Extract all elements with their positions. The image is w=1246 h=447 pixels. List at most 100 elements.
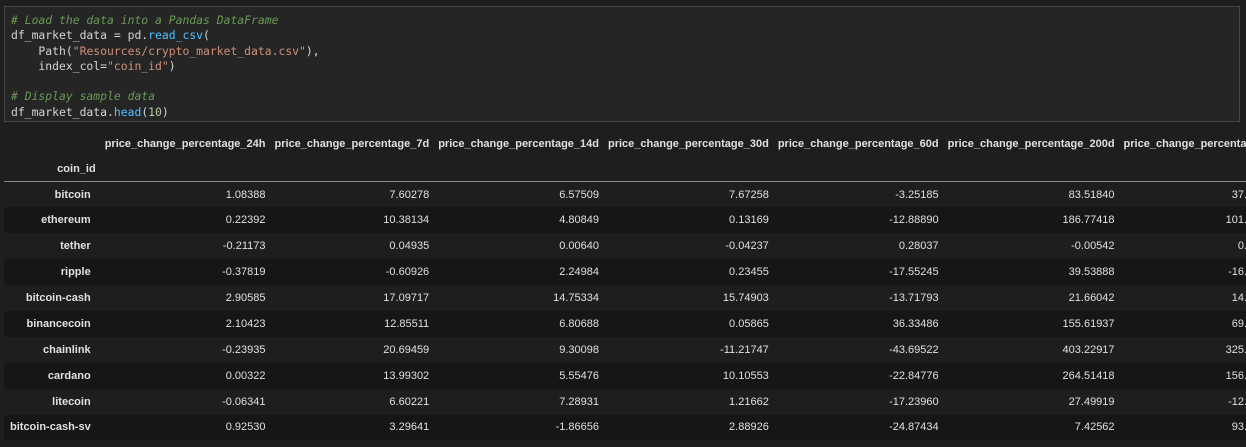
code-cell[interactable]: # Load the data into a Pandas DataFrame d… xyxy=(4,6,1240,122)
table-cell: 5.55476 xyxy=(559,369,599,382)
column-header: price_change_percentage_60d xyxy=(777,138,939,150)
table-row: chainlink -0.23935 20.69459 9.30098 -11.2174… xyxy=(4,337,1246,363)
table-cell: 0.22392 xyxy=(225,214,266,227)
table-row: litecoin -0.06341 6.60221 7.28931 1.21662 -17… xyxy=(4,389,1246,415)
index-row-spacer xyxy=(268,157,433,182)
table-cell: 20.69459 xyxy=(383,343,430,356)
column-header: price_change_percentage_200d xyxy=(947,138,1115,150)
table-cell: 83.51840 xyxy=(1068,188,1115,201)
table-cell: 264.51418 xyxy=(1062,369,1115,382)
table-cell: -12.88890 xyxy=(889,214,939,227)
table-cell: 0.00322 xyxy=(225,369,266,382)
index-name-header: coin_id xyxy=(4,157,99,182)
table-cell: -3.25185 xyxy=(895,188,939,201)
column-header: price_change_percentage_14d xyxy=(438,138,599,150)
row-index-label: cardano xyxy=(47,369,91,382)
row-index-label: ethereum xyxy=(41,214,91,227)
table-cell: 0.01954 xyxy=(1237,240,1246,253)
index-header-spacer xyxy=(4,131,99,157)
index-row-spacer xyxy=(771,157,942,182)
code-line: df_market_data = pd.read_csv( xyxy=(11,28,1233,43)
table-cell: 6.80688 xyxy=(559,317,599,330)
index-row-spacer xyxy=(1117,157,1246,182)
code-token-comment: # Load the data into a Pandas DataFrame xyxy=(11,13,279,27)
table-cell: 12.85511 xyxy=(384,317,430,330)
table-cell: 0.23455 xyxy=(729,266,769,279)
table-cell: -17.23960 xyxy=(889,395,939,408)
table-row: tether -0.21173 0.04935 0.00640 -0.04237 0.28… xyxy=(4,233,1246,259)
table-cell: -0.06341 xyxy=(222,395,266,408)
table-cell: -43.69522 xyxy=(889,343,939,356)
table-cell: 0.04935 xyxy=(389,240,430,253)
column-header: price_change_percentage_7d xyxy=(274,138,430,150)
row-index-label: bitcoin-cash-sv xyxy=(10,421,91,434)
row-index-label: chainlink xyxy=(43,343,91,356)
column-header-row: price_change_percentage_24h price_change_… xyxy=(4,131,1246,157)
code-line: # Load the data into a Pandas DataFrame xyxy=(11,13,1233,28)
table-cell: 3.29641 xyxy=(389,421,430,434)
table-row: bitcoin-cash-sv 0.92530 3.29641 -1.86656 2.8… xyxy=(4,414,1246,441)
code-token-fn: head xyxy=(113,104,142,119)
table-cell: -12.66408 xyxy=(1228,395,1246,408)
table-row: ethereum 0.22392 10.38134 4.80849 0.13169 -12… xyxy=(4,207,1246,234)
table-cell: -13.71793 xyxy=(889,292,939,304)
row-index-label: litecoin xyxy=(52,395,91,408)
code-token-op: ), xyxy=(305,43,320,58)
table-cell: 1.21662 xyxy=(729,395,769,408)
dataframe-table: price_change_percentage_24h price_change_… xyxy=(4,131,1246,441)
table-cell: 0.00640 xyxy=(559,240,599,253)
table-cell: 186.77418 xyxy=(1062,214,1115,227)
table-cell: 14.75334 xyxy=(553,292,599,304)
table-cell: 37.51761 xyxy=(1231,188,1246,201)
index-row-spacer xyxy=(941,157,1118,182)
table-cell: 13.99302 xyxy=(383,369,430,382)
code-token-op: . xyxy=(107,104,114,119)
table-cell: 156.09756 xyxy=(1225,369,1246,382)
code-token-op: index_col= xyxy=(11,58,108,73)
table-cell: -1.86656 xyxy=(555,421,599,434)
code-token-num: 10 xyxy=(148,104,162,119)
code-token-var: df_market_data xyxy=(11,104,108,119)
table-cell: 39.53888 xyxy=(1068,266,1115,279)
table-cell: 4.80849 xyxy=(559,214,599,227)
table-cell: 10.10553 xyxy=(722,369,769,382)
table-cell: 0.13169 xyxy=(729,214,769,227)
table-cell: 0.28037 xyxy=(898,240,939,253)
table-cell: 10.38134 xyxy=(383,214,430,227)
table-cell: 69.69195 xyxy=(1231,317,1246,330)
table-cell: -24.87434 xyxy=(889,421,939,434)
table-cell: -0.60926 xyxy=(385,266,430,279)
row-index-label: ripple xyxy=(60,266,91,279)
table-cell: 27.49919 xyxy=(1068,395,1115,408)
table-cell: -0.21173 xyxy=(222,240,266,253)
table-cell: 101.96023 xyxy=(1225,214,1246,227)
table-cell: -22.84776 xyxy=(889,369,939,382)
table-row: cardano 0.00322 13.99302 5.55476 10.10553 -22… xyxy=(4,362,1246,389)
code-token-str: "coin_id" xyxy=(107,58,169,73)
column-header: price_change_percentage_1y xyxy=(1123,138,1246,150)
table-cell: 6.57509 xyxy=(559,188,599,201)
table-row: bitcoin-cash 2.90585 17.09717 14.75334 15.74… xyxy=(4,285,1246,311)
table-cell: 6.60221 xyxy=(389,395,430,408)
table-cell: -11.21747 xyxy=(720,343,769,356)
table-cell: -16.60193 xyxy=(1228,266,1246,279)
table-cell: 7.42562 xyxy=(1074,421,1115,434)
index-name-row: coin_id xyxy=(4,157,1246,182)
code-token-fn: read_csv xyxy=(148,28,204,43)
code-token-op: ) xyxy=(161,104,169,119)
table-cell: 0.92530 xyxy=(225,421,266,434)
code-line: index_col="coin_id") xyxy=(11,59,1233,74)
row-index-label: bitcoin xyxy=(54,188,91,201)
table-cell: 155.61937 xyxy=(1062,317,1115,330)
table-cell: 7.60278 xyxy=(389,188,430,201)
row-index-label: binancecoin xyxy=(26,317,91,330)
notebook-page: # Load the data into a Pandas DataFrame d… xyxy=(0,0,1246,447)
column-header: price_change_percentage_30d xyxy=(608,138,769,150)
dataframe-body: bitcoin 1.08388 7.60278 6.57509 7.67258 -3.25… xyxy=(4,182,1246,441)
code-token-comment: # Display sample data xyxy=(11,89,156,104)
index-row-spacer xyxy=(432,157,602,182)
table-cell: 0.05865 xyxy=(729,317,769,330)
table-cell: 36.33486 xyxy=(892,317,939,330)
table-cell: -17.55245 xyxy=(889,266,939,279)
code-token-op: = pd. xyxy=(107,28,149,43)
